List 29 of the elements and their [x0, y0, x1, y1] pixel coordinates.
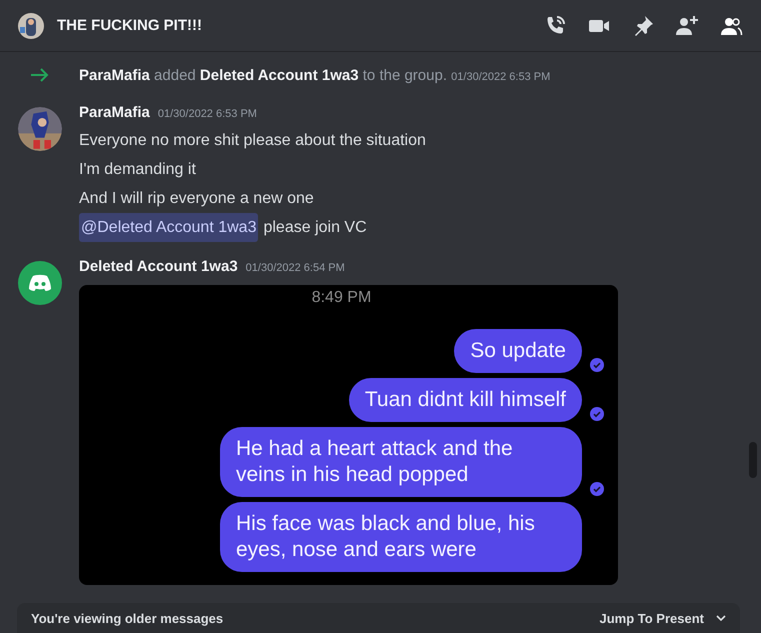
check-icon	[590, 482, 604, 496]
message-text: please join VC	[263, 218, 367, 238]
scrollbar-thumb[interactable]	[749, 442, 757, 478]
author-name[interactable]: Deleted Account 1wa3	[79, 258, 238, 275]
system-message: ParaMafia added Deleted Account 1wa3 to the group. 01/30/2022 6:53 PM	[79, 66, 550, 84]
message-text: And I will rip everyone a new one	[79, 189, 315, 209]
add-user-icon[interactable]	[675, 14, 699, 38]
gamepad-face-icon	[28, 274, 52, 292]
chat-bubble: So update	[454, 329, 582, 373]
message-text: Everyone no more shit please about the situation	[79, 131, 427, 151]
check-icon	[590, 358, 604, 372]
user-mention[interactable]: @Deleted Account 1wa3	[79, 213, 258, 242]
group-avatar	[18, 12, 44, 38]
message-text: I'm demanding it	[79, 160, 197, 180]
screenshot-image[interactable]: 8:49 PM So update Tuan didnt kill himself He had a heart attack and the veins in his head popped His face was black and blue, his eyes, nose and ears were	[79, 285, 618, 585]
jump-to-present-button[interactable]: Jump To Present	[599, 610, 726, 626]
chat-bubble: He had a heart attack and the veins in his head popped	[220, 427, 582, 497]
channel-title: THE FUCKING PIT!!!	[57, 17, 203, 34]
author-name[interactable]: ParaMafia	[79, 104, 150, 121]
chat-bubble: His face was black and blue, his eyes, nose and ears were	[220, 502, 582, 572]
chevron-down-icon	[716, 615, 726, 621]
arrow-icon	[30, 68, 50, 82]
timestamp: 01/30/2022 6:54 PM	[246, 262, 345, 274]
banner-text: You're viewing older messages	[31, 610, 224, 626]
chat-time: 8:49 PM	[312, 289, 372, 307]
chat-bubble: Tuan didnt kill himself	[348, 378, 582, 422]
check-icon	[590, 407, 604, 421]
avatar[interactable]	[18, 261, 62, 305]
timestamp: 01/30/2022 6:53 PM	[158, 108, 257, 120]
